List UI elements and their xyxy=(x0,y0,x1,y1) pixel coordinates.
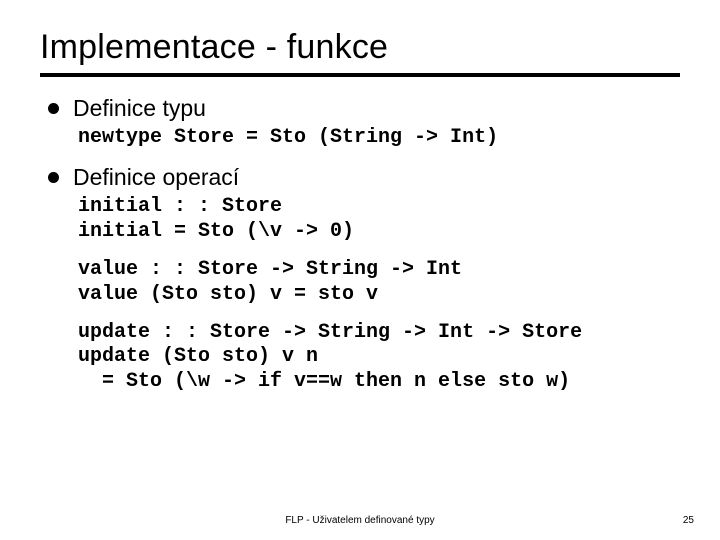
section-heading: Definice operací xyxy=(73,164,239,191)
code-block: update : : Store -> String -> Int -> Sto… xyxy=(78,321,680,394)
bullet-row: Definice typu xyxy=(48,95,680,122)
bullet-icon xyxy=(48,103,59,114)
section-heading: Definice typu xyxy=(73,95,206,122)
slide: Implementace - funkce Definice typu newt… xyxy=(0,0,720,540)
slide-title: Implementace - funkce xyxy=(40,28,680,77)
code-block: initial : : Store initial = Sto (\v -> 0… xyxy=(78,195,680,244)
section-2: Definice operací initial : : Store initi… xyxy=(48,164,680,394)
code-block: value : : Store -> String -> Int value (… xyxy=(78,258,680,307)
page-number: 25 xyxy=(683,515,694,526)
code-block: newtype Store = Sto (String -> Int) xyxy=(78,126,680,150)
bullet-row: Definice operací xyxy=(48,164,680,191)
section-1: Definice typu newtype Store = Sto (Strin… xyxy=(48,95,680,150)
bullet-icon xyxy=(48,172,59,183)
footer-text: FLP - Uživatelem definované typy xyxy=(0,515,720,526)
